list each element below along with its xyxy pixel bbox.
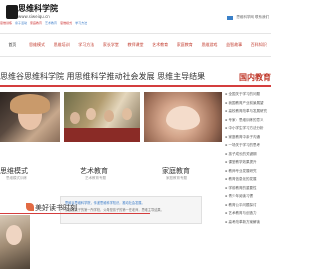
news-item[interactable]: 教育公平问题探讨	[225, 201, 271, 210]
nav-item[interactable]: 思维游戏	[197, 34, 222, 56]
feature-subtitle: 思维模式训练	[6, 176, 27, 180]
leaf-icon	[26, 203, 34, 211]
news-item[interactable]: 家庭教育中亲子沟通	[225, 133, 271, 142]
sublink[interactable]: 艺术教育	[45, 21, 57, 25]
notice-box: 思维谷思维科学院，传递思维科学知识，推动社会发展。 家庭是孩子的第一所学校，父母…	[60, 196, 202, 224]
uniform-shape	[64, 128, 140, 142]
hair-shape	[10, 94, 50, 114]
nav-item-home[interactable]: 首页	[0, 34, 25, 56]
feature-subtitle: 家庭教育专题	[166, 176, 187, 180]
sublinks: 思维训练 亲子活动 家庭教育 艺术教育 思维模式 学习方法	[0, 21, 87, 25]
divider	[0, 213, 150, 214]
news-item[interactable]: 孩子成长的关键期	[225, 150, 271, 159]
face-shape	[86, 108, 96, 120]
reading-photo[interactable]	[0, 215, 30, 269]
news-item[interactable]: 一场关于学习的思考	[225, 141, 271, 150]
site-url: www.siweiqu.cn	[18, 14, 50, 19]
banner-slogan: 思维谷思维科学院 用思维科学推动社会发展 思维主导结果	[0, 72, 206, 81]
feature-photo-family[interactable]	[144, 92, 222, 142]
feature-photo-choir[interactable]	[64, 92, 140, 142]
news-item[interactable]: 全国关于学习的问题	[225, 90, 271, 99]
nav-item[interactable]: 思维模式	[25, 34, 50, 56]
sublink[interactable]: 思维模式	[60, 21, 72, 25]
feature-title[interactable]: 家庭教育	[162, 166, 190, 176]
reading-section-title[interactable]: 美好读书时刻	[35, 203, 77, 213]
sublink[interactable]: 亲子活动	[15, 21, 27, 25]
heart-hands-shape	[166, 106, 200, 130]
news-list: 全国关于学习的问题 我国教育产业前景展望 高校教育改革与发展研究 专家：思维训练…	[225, 90, 271, 226]
notice-text[interactable]: 思维谷思维科学院，传递思维科学知识，推动社会发展。	[65, 200, 197, 205]
news-item[interactable]: 专家：思维训练的意义	[225, 116, 271, 125]
news-item[interactable]: 高考改革新方案解读	[225, 218, 271, 227]
sublink[interactable]: 家庭教育	[30, 21, 42, 25]
top-links[interactable]: 思维科学网 联系我们	[227, 15, 269, 20]
main-nav: 首页 思维模式 思维培训 学习方法 家长学堂 教师课堂 艺术教育 家庭教育 思维…	[0, 33, 271, 57]
sublink[interactable]: 思维训练	[0, 21, 12, 25]
face-shape	[122, 108, 132, 120]
news-item[interactable]: 我国教育产业前景展望	[225, 99, 271, 108]
nav-item[interactable]: 思维培训	[49, 34, 74, 56]
news-item[interactable]: 高校教育改革与发展研究	[225, 107, 271, 116]
news-item[interactable]: 学前教育的重要性	[225, 184, 271, 193]
feature-subtitle: 艺术教育专题	[85, 176, 106, 180]
nav-item[interactable]: 家长学堂	[99, 34, 124, 56]
feature-title[interactable]: 思维模式	[0, 166, 28, 176]
notice-text: 家庭是孩子的第一所学校，父母是孩子的第一任老师，思维主导结果。	[65, 208, 164, 212]
nav-item[interactable]: 家庭教育	[172, 34, 197, 56]
flag-icon	[227, 15, 234, 20]
news-item[interactable]: 艺术教育与创造力	[225, 209, 271, 218]
top-right-text[interactable]: 思维科学网 联系我们	[236, 15, 269, 20]
nav-item[interactable]: 益智故事	[222, 34, 247, 56]
face-shape	[104, 110, 114, 122]
logo-icon[interactable]	[6, 5, 18, 19]
news-item[interactable]: 青少年阅读习惯	[225, 192, 271, 201]
site-logo[interactable]: 思维科学院	[18, 3, 58, 14]
sublink[interactable]: 学习方法	[75, 21, 87, 25]
nav-item[interactable]: 学习方法	[74, 34, 99, 56]
section-title-news[interactable]: 国内教育	[239, 72, 271, 83]
divider	[0, 85, 271, 87]
news-item[interactable]: 中小学生学习方法分析	[225, 124, 271, 133]
feature-photo-girl[interactable]	[0, 92, 60, 142]
face-shape	[70, 112, 80, 124]
face-shape	[6, 225, 22, 245]
feature-title[interactable]: 艺术教育	[80, 166, 108, 176]
news-item[interactable]: 教师专业发展研究	[225, 167, 271, 176]
nav-item[interactable]: 百科知识	[246, 34, 271, 56]
nav-item[interactable]: 教师课堂	[123, 34, 148, 56]
news-item[interactable]: 课堂教学效果提升	[225, 158, 271, 167]
news-item[interactable]: 教育信息化的发展	[225, 175, 271, 184]
nav-item[interactable]: 艺术教育	[148, 34, 173, 56]
